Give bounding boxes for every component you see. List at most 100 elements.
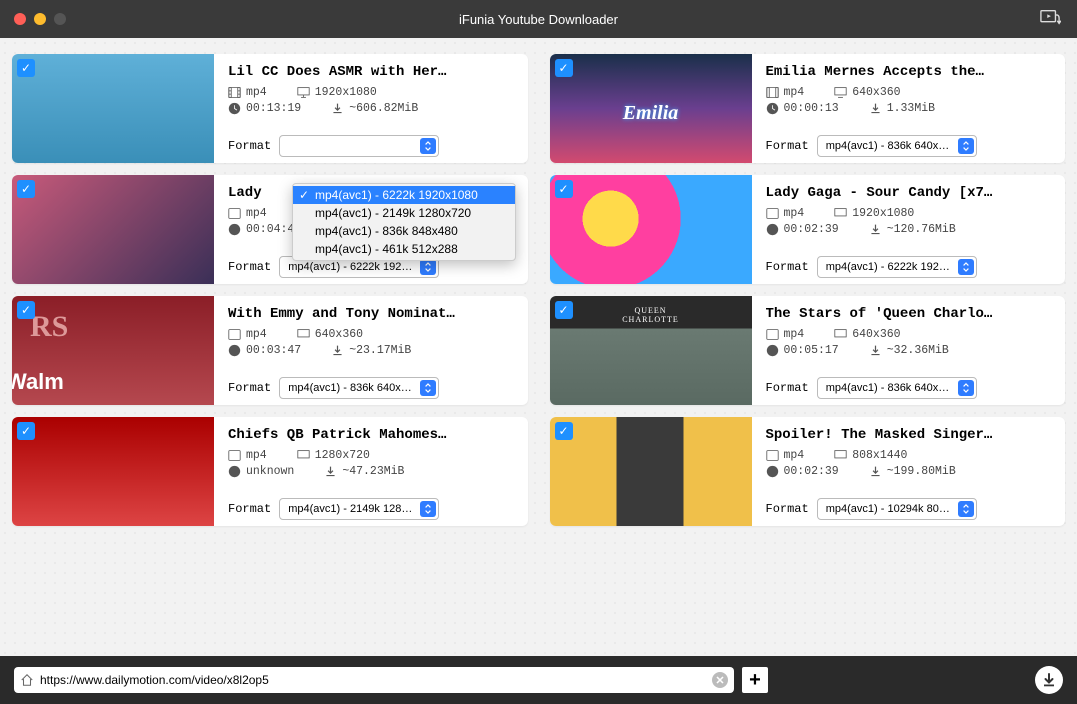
video-title: Lady Gaga - Sour Candy [x7… [766,185,1054,201]
download-size-icon [869,102,882,115]
format-label: Format [228,502,271,516]
format-select[interactable]: mp4(avc1) - 836k 640x… [817,377,977,399]
size-label: ~606.82MiB [349,102,418,115]
url-input[interactable]: https://www.dailymotion.com/video/x8l2op… [14,667,734,693]
library-icon[interactable] [1039,8,1061,33]
download-size-icon [869,344,882,357]
film-icon [228,449,241,462]
video-title: Spoiler! The Masked Singer… [766,427,1054,443]
format-label: Format [766,139,809,153]
video-title: With Emmy and Tony Nominat… [228,306,516,322]
film-icon [228,86,241,99]
video-card: Emilia ✓ Emilia Mernes Accepts the… mp4 … [550,54,1066,163]
chevron-updown-icon [420,501,436,517]
chevron-updown-icon [420,138,436,154]
monitor-icon [834,207,847,220]
video-card: QUEENCHARLOTTE ✓ The Stars of 'Queen Cha… [550,296,1066,405]
video-card: ✓ Lady Gaga - Sour Candy [x7… mp4 1920x1… [550,175,1066,284]
format-select[interactable]: mp4(avc1) - 10294k 80… [817,498,977,520]
clock-icon [766,223,779,236]
resolution-label: 1920x1080 [315,86,377,99]
clear-url-button[interactable]: ✕ [712,672,728,688]
format-dropdown-menu[interactable]: mp4(avc1) - 6222k 1920x1080 mp4(avc1) - … [292,183,516,261]
film-icon [766,86,779,99]
select-checkbox[interactable]: ✓ [17,301,35,319]
container-label: mp4 [246,86,267,99]
video-card: ✓ Lil CC Does ASMR with Her… mp4 1920x10… [12,54,528,163]
video-thumbnail[interactable]: ✓ [12,417,214,526]
format-label: Format [228,139,271,153]
select-checkbox[interactable]: ✓ [17,180,35,198]
film-icon [228,207,241,220]
format-label: Format [766,502,809,516]
format-label: Format [766,381,809,395]
format-select[interactable]: mp4(avc1) - 6222k 192… [817,256,977,278]
clock-icon [228,102,241,115]
video-title: Lil CC Does ASMR with Her… [228,64,516,80]
film-icon [228,328,241,341]
clock-icon [228,223,241,236]
add-url-button[interactable]: + [742,667,768,693]
format-select[interactable]: mp4(avc1) - 2149k 128… [279,498,439,520]
select-checkbox[interactable]: ✓ [17,59,35,77]
select-checkbox[interactable]: ✓ [555,59,573,77]
dropdown-option[interactable]: mp4(avc1) - 6222k 1920x1080 [293,186,515,204]
select-checkbox[interactable]: ✓ [555,301,573,319]
format-label: Format [228,381,271,395]
format-label: Format [766,260,809,274]
monitor-icon [297,449,310,462]
monitor-icon [834,449,847,462]
download-size-icon [331,102,344,115]
maximize-window-button[interactable] [54,13,66,25]
film-icon [766,207,779,220]
video-card: ✓ Spoiler! The Masked Singer… mp4 808x14… [550,417,1066,526]
download-size-icon [331,344,344,357]
video-thumbnail[interactable]: ✓ [12,54,214,163]
bottom-toolbar: https://www.dailymotion.com/video/x8l2op… [0,656,1077,704]
chevron-updown-icon [958,259,974,275]
dropdown-option[interactable]: mp4(avc1) - 836k 848x480 [293,222,515,240]
close-window-button[interactable] [14,13,26,25]
window-controls [0,13,66,25]
video-thumbnail[interactable]: ✓ [550,175,752,284]
video-title: The Stars of 'Queen Charlo… [766,306,1054,322]
video-card: RS Walm ✓ With Emmy and Tony Nominat… mp… [12,296,528,405]
url-text: https://www.dailymotion.com/video/x8l2op… [40,673,712,687]
chevron-updown-icon [420,380,436,396]
film-icon [766,449,779,462]
select-checkbox[interactable]: ✓ [17,422,35,440]
home-icon [20,673,34,687]
clock-icon [228,465,241,478]
download-button[interactable] [1035,666,1063,694]
format-label: Format [228,260,271,274]
dropdown-option[interactable]: mp4(avc1) - 2149k 1280x720 [293,204,515,222]
monitor-icon [297,86,310,99]
chevron-updown-icon [958,501,974,517]
format-select[interactable] [279,135,439,157]
video-thumbnail[interactable]: RS Walm ✓ [12,296,214,405]
window-title: iFunia Youtube Downloader [0,12,1077,27]
clock-icon [766,344,779,357]
chevron-updown-icon [958,138,974,154]
clock-icon [766,465,779,478]
format-select[interactable]: mp4(avc1) - 836k 640x… [817,135,977,157]
video-grid: ✓ Lil CC Does ASMR with Her… mp4 1920x10… [0,38,1077,656]
video-title: Emilia Mernes Accepts the… [766,64,1054,80]
minimize-window-button[interactable] [34,13,46,25]
select-checkbox[interactable]: ✓ [555,180,573,198]
video-thumbnail[interactable]: Emilia ✓ [550,54,752,163]
select-checkbox[interactable]: ✓ [555,422,573,440]
download-size-icon [869,223,882,236]
clock-icon [766,102,779,115]
film-icon [766,328,779,341]
video-thumbnail[interactable]: ✓ [550,417,752,526]
monitor-icon [297,328,310,341]
dropdown-option[interactable]: mp4(avc1) - 461k 512x288 [293,240,515,258]
download-size-icon [869,465,882,478]
video-thumbnail[interactable]: ✓ [12,175,214,284]
monitor-icon [834,328,847,341]
video-thumbnail[interactable]: QUEENCHARLOTTE ✓ [550,296,752,405]
format-select[interactable]: mp4(avc1) - 836k 640x… [279,377,439,399]
chevron-updown-icon [420,259,436,275]
duration-label: 00:13:19 [246,102,301,115]
